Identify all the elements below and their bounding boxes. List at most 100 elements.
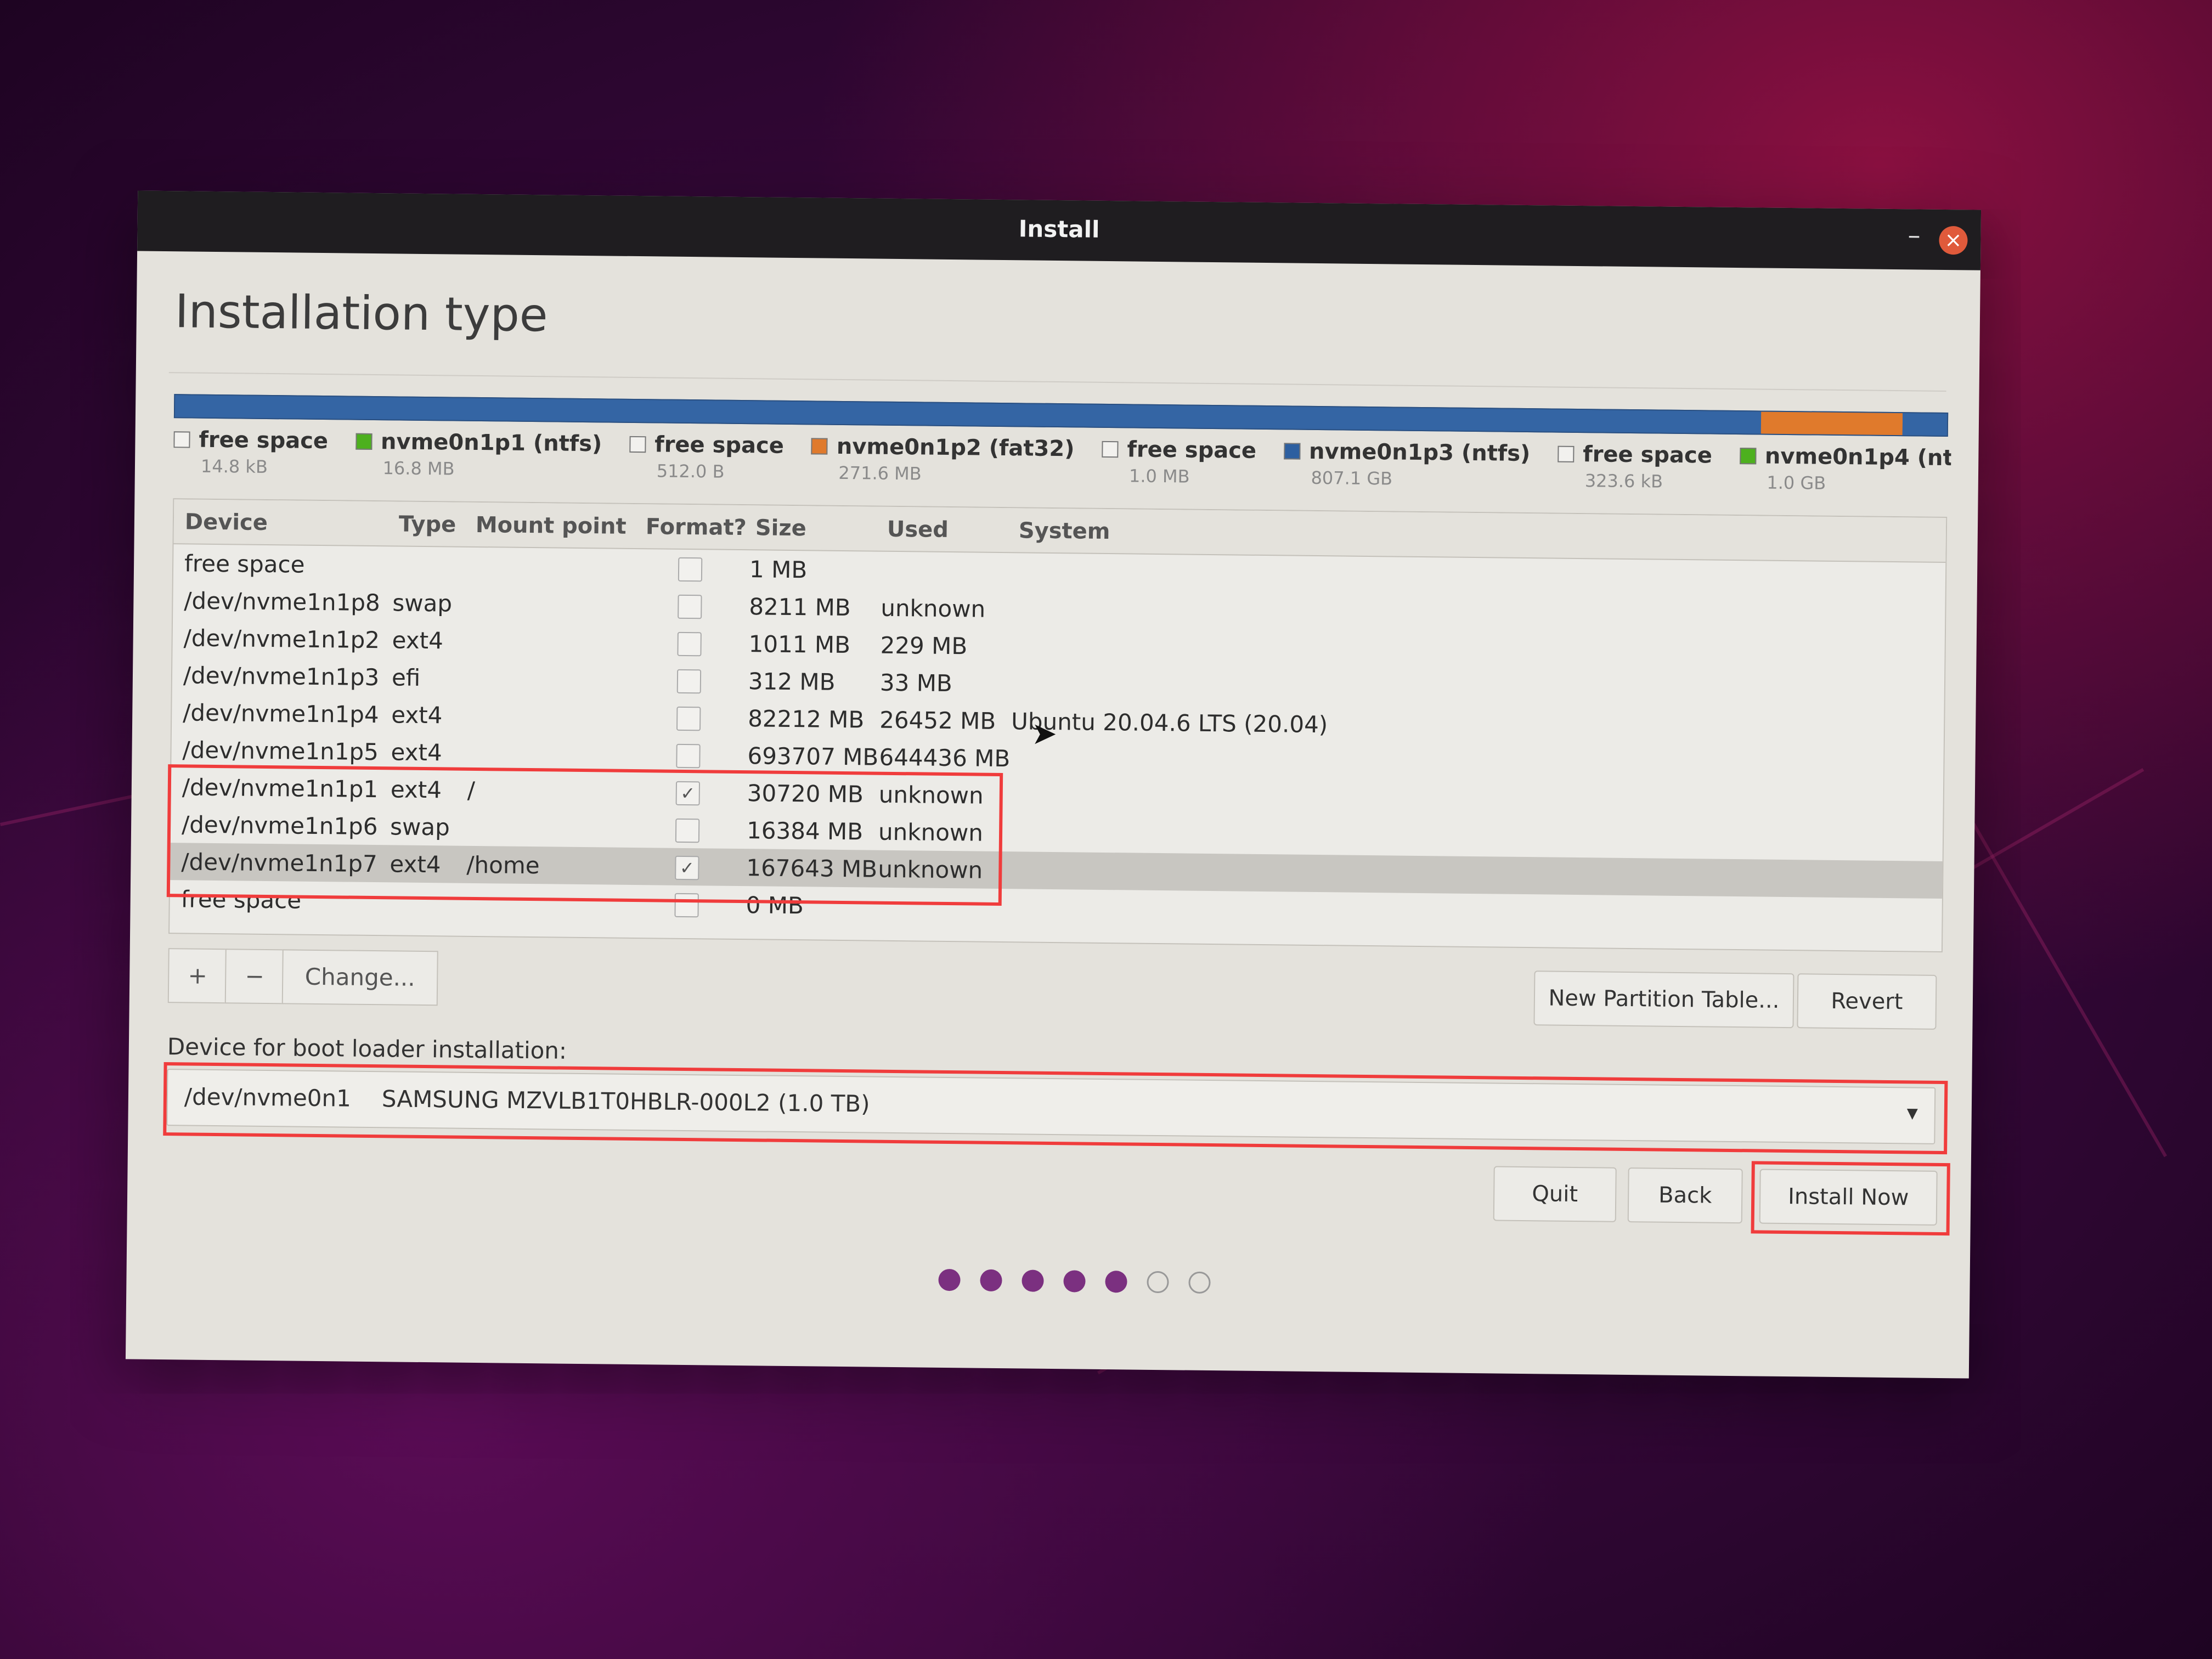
legend-size: 323.6 kB [1584, 470, 1663, 492]
legend-size: 16.8 MB [382, 458, 455, 479]
format-checkbox[interactable] [678, 557, 703, 582]
legend-item: nvme0n1p2 (fat32) 271.6 MB [811, 433, 1075, 486]
format-checkbox[interactable] [676, 706, 701, 731]
cell-used: unknown [881, 594, 986, 623]
disk-segment [174, 395, 1762, 434]
window-title: Install [1018, 215, 1100, 243]
cell-used: 644436 MB [879, 743, 1011, 772]
legend-name: free space [1583, 442, 1713, 469]
legend-size: 271.6 MB [838, 462, 922, 484]
bootloader-device: /dev/nvme0n1 [184, 1083, 352, 1112]
cell-size: 312 MB [748, 668, 836, 696]
legend-name: nvme0n1p3 (ntfs) [1308, 438, 1531, 467]
divider [168, 372, 1946, 392]
bootloader-label: Device for boot loader installation: [167, 1033, 567, 1064]
add-partition-button[interactable]: + [167, 948, 228, 1004]
col-type[interactable]: Type [399, 511, 456, 537]
cell-type: swap [392, 589, 453, 617]
legend-item: nvme0n1p3 (ntfs) 807.1 GB [1283, 438, 1531, 490]
highlight-partitions [166, 764, 1003, 906]
progress-dot [1022, 1269, 1044, 1292]
cell-size: 8211 MB [749, 593, 851, 622]
page-title: Installation type [174, 284, 549, 342]
cell-device: /dev/nvme1n1p2 [183, 624, 380, 654]
cell-device: /dev/nvme1n1p3 [183, 662, 380, 691]
progress-dot [938, 1268, 961, 1291]
legend-swatch [355, 433, 373, 450]
format-checkbox[interactable] [676, 743, 701, 769]
legend-name: nvme0n1p2 (fat32) [836, 433, 1075, 462]
cell-device: /dev/nvme1n1p4 [183, 699, 379, 729]
cell-system: Ubuntu 20.04.6 LTS (20.04) [1011, 708, 1328, 738]
cell-type: ext4 [391, 738, 442, 766]
legend-swatch [1558, 445, 1575, 462]
cell-used: 33 MB [879, 669, 953, 697]
progress-dot [1188, 1271, 1211, 1294]
col-system[interactable]: System [1019, 518, 1110, 544]
cell-type: ext4 [392, 627, 444, 654]
cell-size: 1011 MB [748, 630, 851, 659]
legend-name: free space [199, 427, 329, 454]
legend-size: 807.1 GB [1311, 467, 1393, 489]
cell-type: efi [391, 664, 421, 691]
bootloader-model: SAMSUNG MZVLB1T0HBLR-000L2 (1.0 TB) [381, 1085, 870, 1118]
progress-dot [1147, 1271, 1169, 1294]
cell-size: 82212 MB [747, 705, 865, 733]
chevron-down-icon: ▾ [1906, 1100, 1918, 1126]
legend-size: 14.8 kB [200, 455, 268, 477]
new-partition-table-button[interactable]: New Partition Table... [1533, 970, 1795, 1029]
col-device[interactable]: Device [185, 509, 268, 535]
disk-segment [1760, 411, 1903, 436]
col-used[interactable]: Used [887, 517, 949, 543]
legend-swatch [1283, 443, 1301, 460]
legend-swatch [629, 436, 646, 453]
legend-swatch [173, 431, 190, 448]
legend-swatch [1102, 441, 1119, 458]
col-mount-point[interactable]: Mount point [476, 512, 627, 539]
legend-item: free space 512.0 B [629, 432, 785, 483]
progress-dot [980, 1269, 1002, 1292]
legend-size: 1.0 GB [1767, 472, 1826, 494]
legend-item: free space 1.0 MB [1102, 437, 1257, 488]
cell-used: 26452 MB [879, 706, 996, 735]
quit-button[interactable]: Quit [1493, 1166, 1617, 1222]
col-size[interactable]: Size [755, 515, 806, 541]
mouse-cursor-icon: ➤ [1031, 716, 1057, 752]
cell-device: /dev/nvme1n1p5 [182, 736, 379, 766]
cell-size: 693707 MB [747, 742, 879, 771]
legend-swatch [1739, 448, 1757, 465]
legend-item: free space 323.6 kB [1558, 442, 1713, 493]
cell-used: 229 MB [880, 631, 968, 660]
wallpaper-line [1972, 823, 2167, 1158]
format-checkbox[interactable] [676, 669, 702, 694]
cell-size: 1 MB [749, 556, 808, 584]
remove-partition-button[interactable]: − [224, 949, 285, 1005]
minimize-button[interactable]: – [1908, 220, 1921, 250]
install-now-button[interactable]: Install Now [1759, 1169, 1938, 1226]
cell-device: free space [184, 550, 305, 578]
legend-size: 1.0 MB [1128, 465, 1190, 487]
install-window: Install – × Installation type free space… [125, 190, 1982, 1379]
legend-name: free space [1127, 437, 1257, 464]
legend-swatch [811, 438, 828, 455]
legend-size: 512.0 B [656, 460, 725, 482]
title-bar: Install – × [137, 190, 1982, 270]
cell-type: ext4 [391, 701, 443, 729]
disk-segment [1902, 413, 1948, 436]
col-format[interactable]: Format? [646, 514, 747, 540]
legend-name: free space [654, 432, 785, 459]
progress-dots [938, 1268, 1230, 1296]
close-button[interactable]: × [1939, 225, 1968, 255]
legend-item: nvme0n1p4 (ntfs) 1.0 GB [1739, 443, 1951, 495]
progress-dot [1063, 1270, 1086, 1293]
legend-item: nvme0n1p1 (ntfs) 16.8 MB [355, 429, 602, 481]
progress-dot [1105, 1271, 1127, 1293]
format-checkbox[interactable] [678, 594, 702, 619]
format-checkbox[interactable] [677, 631, 702, 657]
revert-button[interactable]: Revert [1797, 973, 1937, 1030]
cell-device: /dev/nvme1n1p8 [184, 587, 380, 617]
back-button[interactable]: Back [1627, 1167, 1743, 1224]
change-partition-button[interactable]: Change... [281, 949, 438, 1006]
legend-item: free space 14.8 kB [173, 427, 329, 478]
legend-name: nvme0n1p4 (ntfs) [1764, 443, 1951, 471]
